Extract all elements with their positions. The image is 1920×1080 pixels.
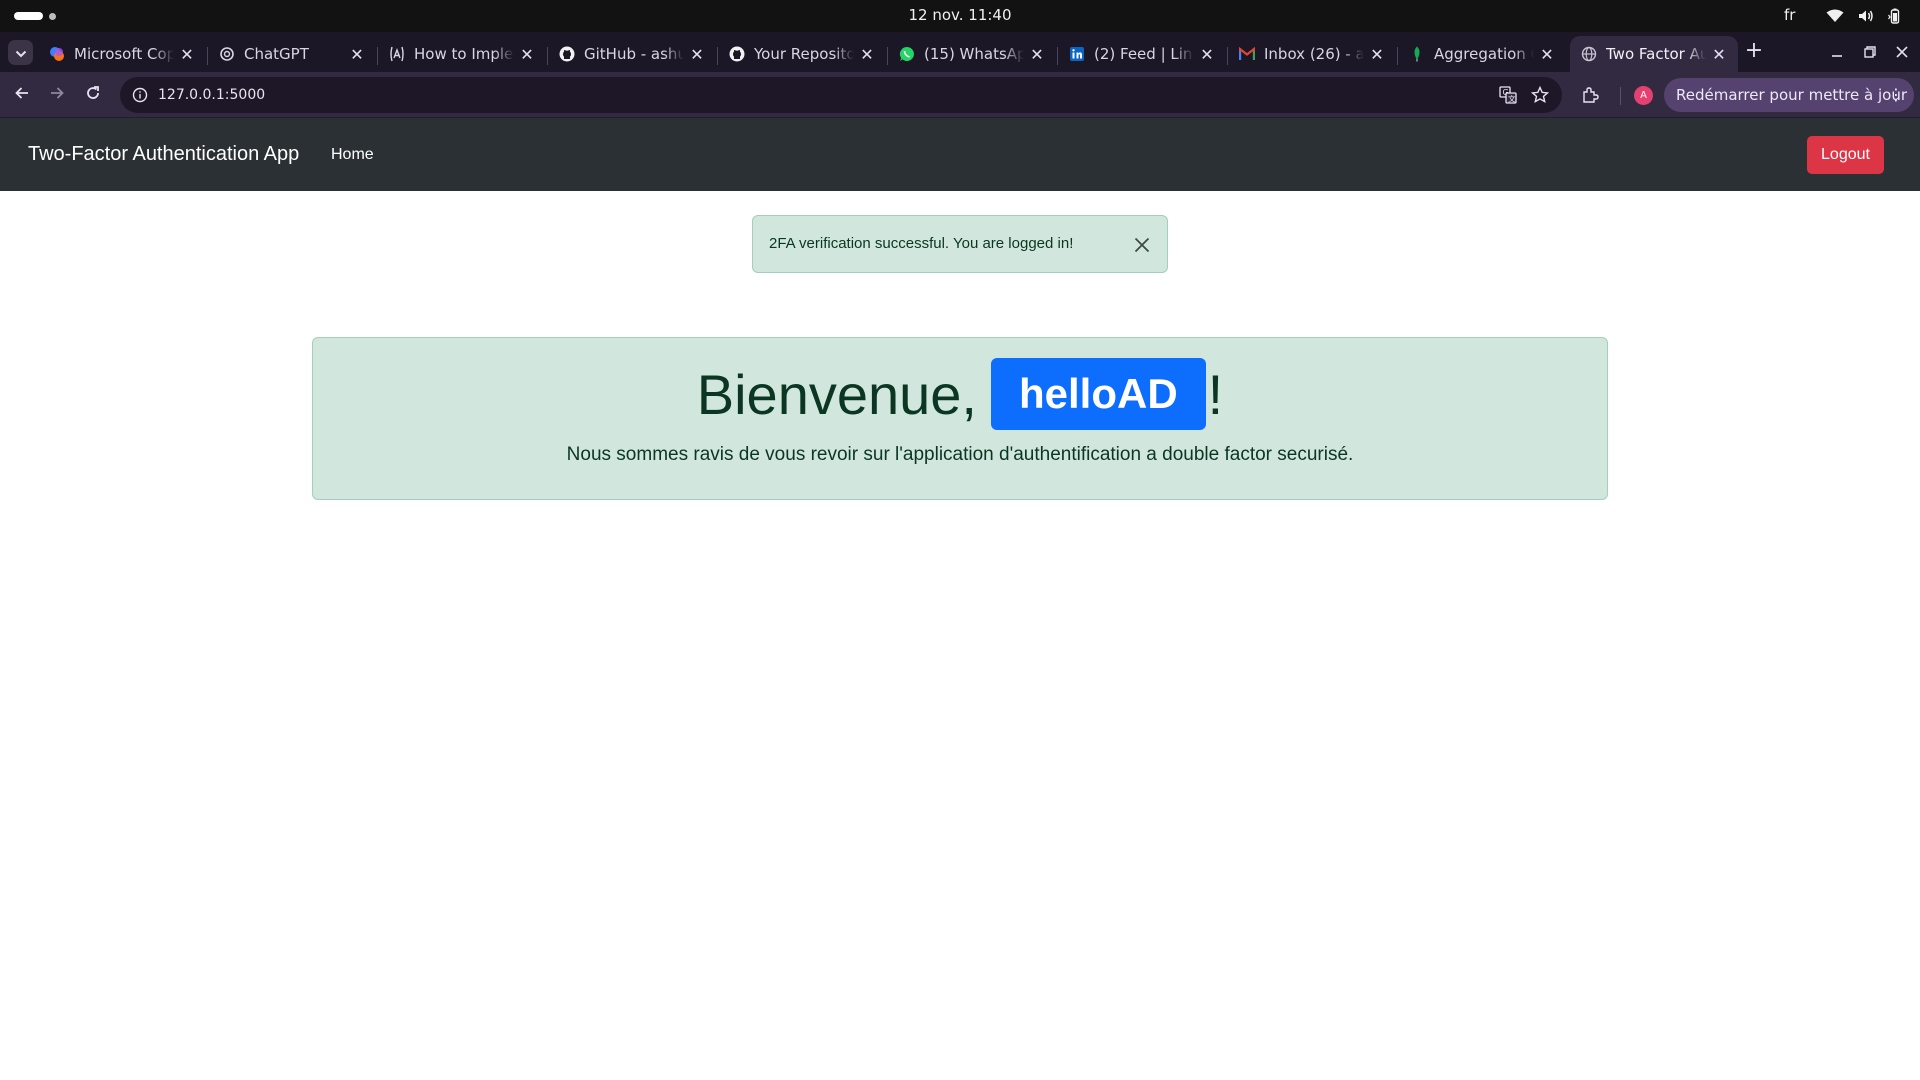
- logout-button[interactable]: Logout: [1807, 136, 1884, 174]
- github-icon: [558, 45, 576, 63]
- wifi-icon: [1826, 9, 1844, 23]
- browser-tab-strip: Microsoft Copilot ✕ ChatGPT ✕ How to Imp…: [0, 32, 1920, 72]
- tab-title: Your Repositories: [754, 45, 854, 63]
- browser-tab[interactable]: (2) Feed | LinkedIn ✕: [1058, 36, 1226, 72]
- svg-text:文: 文: [1508, 94, 1516, 104]
- copilot-icon: [48, 45, 66, 63]
- profile-avatar[interactable]: A: [1634, 86, 1653, 105]
- whatsapp-icon: [898, 45, 916, 63]
- browser-tab[interactable]: ChatGPT ✕: [208, 36, 376, 72]
- extensions-icon[interactable]: [1578, 83, 1602, 107]
- tab-close-icon[interactable]: ✕: [1028, 45, 1046, 64]
- os-top-bar: 12 nov. 11:40 fr: [0, 0, 1920, 32]
- update-relaunch-button[interactable]: Redémarrer pour mettre à jour ⋮: [1664, 78, 1914, 112]
- tab-close-icon[interactable]: ✕: [858, 45, 876, 64]
- reload-button[interactable]: [81, 83, 105, 107]
- welcome-heading: Bienvenue, helloAD !: [313, 358, 1607, 430]
- browser-tab[interactable]: How to Implement ✕: [378, 36, 546, 72]
- system-tray[interactable]: [1826, 7, 1902, 25]
- a-logo-icon: [388, 45, 406, 63]
- tab-title: Microsoft Copilot: [74, 45, 174, 63]
- username-badge: helloAD: [990, 358, 1206, 430]
- tab-close-icon[interactable]: ✕: [518, 45, 536, 64]
- chatgpt-icon: [218, 45, 236, 63]
- arrow-left-icon: [14, 85, 30, 105]
- close-icon[interactable]: [1131, 234, 1153, 256]
- update-label: Redémarrer pour mettre à jour: [1676, 86, 1907, 104]
- tab-title: Inbox (26) - akd: [1264, 45, 1364, 63]
- tab-close-icon[interactable]: ✕: [688, 45, 706, 64]
- gmail-icon: [1238, 45, 1256, 63]
- browser-tab[interactable]: Microsoft Copilot ✕: [38, 36, 206, 72]
- tab-close-icon[interactable]: ✕: [348, 45, 366, 64]
- keyboard-layout[interactable]: fr: [1784, 0, 1795, 32]
- flash-alert-success: 2FA verification successful. You are log…: [752, 215, 1168, 273]
- tab-search-button[interactable]: [8, 40, 33, 65]
- clock[interactable]: 12 nov. 11:40: [0, 0, 1920, 32]
- new-tab-button[interactable]: +: [1742, 40, 1766, 64]
- browser-tab[interactable]: Inbox (26) - akd ✕: [1228, 36, 1396, 72]
- tab-title: GitHub - ashutosh: [584, 45, 684, 63]
- welcome-subtitle: Nous sommes ravis de vous revoir sur l'a…: [566, 444, 1354, 465]
- forward-button[interactable]: [45, 83, 69, 107]
- site-info-icon[interactable]: [128, 83, 152, 107]
- browser-toolbar: 127.0.0.1:5000 G文 A Redémarrer pour mett…: [0, 72, 1920, 118]
- tab-close-icon[interactable]: ✕: [1538, 45, 1556, 64]
- tab-close-icon[interactable]: ✕: [1710, 45, 1728, 64]
- address-bar[interactable]: 127.0.0.1:5000: [120, 77, 1562, 113]
- browser-tab[interactable]: (15) WhatsApp ✕: [888, 36, 1056, 72]
- more-vert-icon[interactable]: ⋮: [1888, 78, 1904, 112]
- arrow-right-icon: [49, 85, 65, 105]
- browser-tab[interactable]: GitHub - ashutosh ✕: [548, 36, 716, 72]
- greeting-text: Bienvenue,: [696, 362, 977, 426]
- browser-tab[interactable]: Your Repositories ✕: [718, 36, 886, 72]
- welcome-card: Bienvenue, helloAD ! Nous sommes ravis d…: [312, 337, 1608, 500]
- close-window-icon[interactable]: [1890, 40, 1914, 64]
- minimize-icon[interactable]: [1825, 40, 1849, 64]
- navbar-brand[interactable]: Two-Factor Authentication App: [28, 118, 299, 191]
- app-navbar: Two-Factor Authentication App Home Logou…: [0, 118, 1920, 191]
- tab-title: (15) WhatsApp: [924, 45, 1024, 63]
- globe-icon: [1580, 45, 1598, 63]
- chevron-down-icon: [15, 43, 27, 62]
- tab-close-icon[interactable]: ✕: [1368, 45, 1386, 64]
- github-icon: [728, 45, 746, 63]
- bookmark-star-icon[interactable]: [1528, 83, 1552, 107]
- tab-title: How to Implement: [414, 45, 514, 63]
- translate-icon[interactable]: G文: [1496, 83, 1520, 107]
- battery-icon: [1888, 8, 1902, 24]
- url-text[interactable]: 127.0.0.1:5000: [158, 77, 265, 113]
- restore-icon[interactable]: [1858, 40, 1882, 64]
- linkedin-icon: [1068, 45, 1086, 63]
- toolbar-separator: [1620, 87, 1621, 105]
- tab-title: (2) Feed | LinkedIn: [1094, 45, 1194, 63]
- mongodb-icon: [1408, 45, 1426, 63]
- tab-close-icon[interactable]: ✕: [178, 45, 196, 64]
- tab-close-icon[interactable]: ✕: [1198, 45, 1216, 64]
- browser-tab[interactable]: Aggregation Operations ✕: [1398, 36, 1566, 72]
- exclamation-mark: !: [1207, 362, 1224, 426]
- tab-title: Aggregation Operations: [1434, 45, 1534, 63]
- tab-title: ChatGPT: [244, 45, 309, 63]
- volume-icon: [1858, 9, 1874, 23]
- tab-title: Two Factor Authentication: [1606, 45, 1706, 63]
- nav-link-home[interactable]: Home: [331, 118, 374, 191]
- flash-message: 2FA verification successful. You are log…: [769, 235, 1074, 252]
- reload-icon: [85, 85, 101, 105]
- browser-tab-active[interactable]: Two Factor Authentication ✕: [1570, 36, 1738, 72]
- back-button[interactable]: [10, 83, 34, 107]
